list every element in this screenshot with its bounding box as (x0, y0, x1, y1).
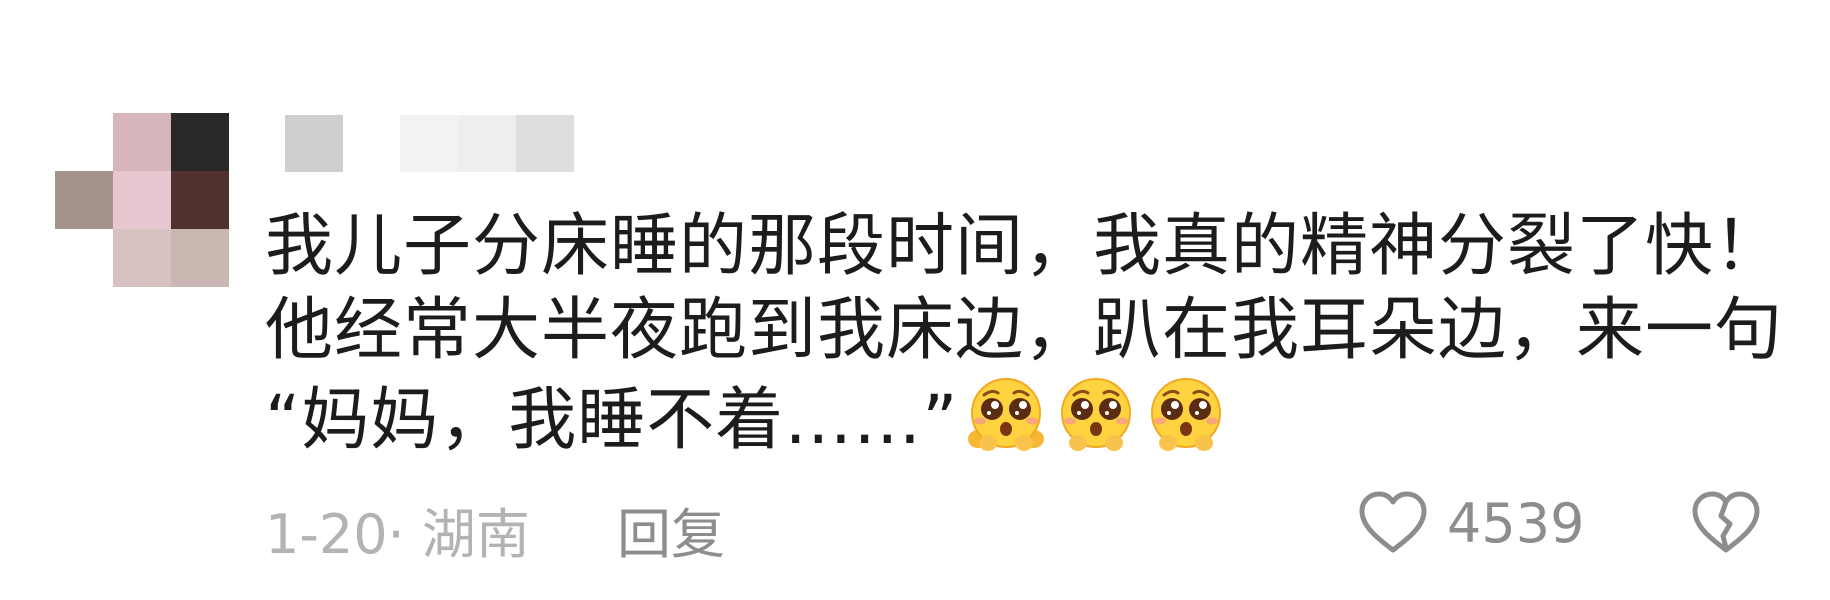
avatar-pixel (55, 171, 113, 229)
broken-heart-icon[interactable] (1690, 490, 1762, 556)
comment-line-with-emoji: “妈妈，我睡不着……” (265, 373, 1805, 463)
like-count: 4539 (1447, 492, 1585, 555)
comment-line: “妈妈，我睡不着……” (265, 381, 959, 460)
comment-text: 我儿子分床睡的那段时间，我真的精神分裂了快！ 他经常大半夜跑到我床边，趴在我耳朵… (265, 205, 1805, 463)
comment-line: 我儿子分床睡的那段时间，我真的精神分裂了快！ (265, 207, 1784, 286)
avatar-pixel (113, 229, 171, 287)
avatar[interactable] (55, 113, 229, 287)
reply-button[interactable]: 回复 (617, 490, 725, 569)
pleading-face-icon (968, 378, 1045, 451)
comment-line: 他经常大半夜跑到我床边，趴在我耳朵边，来一句 (265, 291, 1784, 370)
heart-icon[interactable] (1357, 490, 1429, 556)
username-block (516, 115, 574, 172)
username-block (285, 115, 343, 172)
pleading-face-icon (1151, 378, 1222, 451)
avatar-pixel (171, 229, 229, 287)
avatar-pixel (171, 113, 229, 171)
pleading-face-icon (1061, 378, 1132, 451)
username-block (458, 115, 516, 172)
avatar-pixel (113, 113, 171, 171)
avatar-pixel (113, 171, 171, 229)
avatar-pixel (171, 171, 229, 229)
username-block (400, 115, 458, 172)
comment-date-location: 1-20· 湖南 (265, 503, 530, 566)
